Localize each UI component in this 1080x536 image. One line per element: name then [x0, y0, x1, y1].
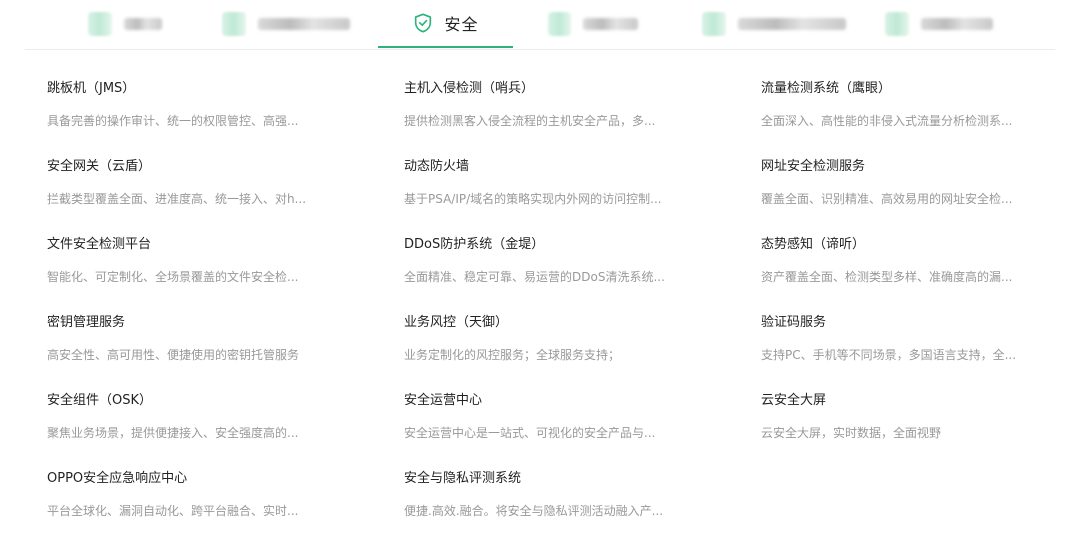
tab-security[interactable]: 安全 — [378, 0, 513, 48]
product-title: 安全运营中心 — [404, 393, 483, 408]
product-title: 主机入侵检测（哨兵） — [404, 81, 535, 96]
product-title: OPPO安全应急响应中心 — [47, 471, 188, 486]
product-item-security-gateway[interactable]: 安全网关（云盾） 拦截类型覆盖全面、进准度高、统一接入、对h... — [47, 158, 347, 207]
product-item-key-management[interactable]: 密钥管理服务 高安全性、高可用性、便捷使用的密钥托管服务 — [47, 314, 347, 363]
product-title: 态势感知（谛听） — [761, 237, 866, 252]
product-item-risk-control[interactable]: 业务风控（天御） 业务定制化的风控服务；全球服务支持； — [404, 314, 704, 363]
product-item-url-security[interactable]: 网址安全检测服务 覆盖全面、识别精准、高效易用的网址安全检... — [761, 158, 1061, 207]
product-title: 安全与隐私评测系统 — [404, 471, 522, 486]
product-title: 业务风控（天御） — [404, 315, 509, 330]
product-description: 基于PSA/IP/域名的策略实现内外网的访问控制... — [404, 192, 662, 206]
blurred-category-icon — [702, 12, 726, 36]
tab-security-label: 安全 — [444, 15, 479, 34]
tab-blurred-4[interactable] — [702, 0, 847, 48]
product-item-security-dashboard[interactable]: 云安全大屏 云安全大屏，实时数据，全面视野 — [761, 392, 1061, 441]
product-title: 云安全大屏 — [761, 393, 827, 408]
tab-blurred-1[interactable] — [88, 0, 168, 48]
product-item-file-security[interactable]: 文件安全检测平台 智能化、可定制化、全场景覆盖的文件安全检... — [47, 236, 347, 285]
product-title: 流量检测系统（鹰眼） — [761, 81, 892, 96]
tab-blurred-3[interactable] — [548, 0, 638, 48]
blurred-tab-label — [583, 18, 638, 30]
product-title: 验证码服务 — [761, 315, 827, 330]
blurred-tab-label — [738, 18, 846, 30]
product-item-osk[interactable]: 安全组件（OSK） 聚焦业务场景，提供便捷接入、安全强度高的... — [47, 392, 347, 441]
product-item-ddos-protection[interactable]: DDoS防护系统（金堤） 全面精准、稳定可靠、易运营的DDoS清洗系统... — [404, 236, 704, 285]
product-description: 提供检测黑客入侵全流程的主机安全产品，多... — [404, 114, 656, 128]
product-description: 业务定制化的风控服务；全球服务支持； — [404, 348, 621, 362]
tab-divider — [25, 49, 1055, 50]
product-description: 平台全球化、漏洞自动化、跨平台融合、实时... — [47, 504, 299, 518]
product-item-src[interactable]: OPPO安全应急响应中心 平台全球化、漏洞自动化、跨平台融合、实时... — [47, 470, 347, 519]
product-title: 动态防火墙 — [404, 159, 470, 174]
tab-blurred-5[interactable] — [885, 0, 995, 48]
product-title: DDoS防护系统（金堤） — [404, 237, 545, 252]
blurred-category-icon — [222, 12, 246, 36]
product-item-soc[interactable]: 安全运营中心 安全运营中心是一站式、可视化的安全产品与... — [404, 392, 704, 441]
category-tab-bar: 安全 — [0, 0, 1080, 50]
blurred-category-icon — [885, 12, 909, 36]
product-item-privacy-assessment[interactable]: 安全与隐私评测系统 便捷.高效.融合。将安全与隐私评测活动融入产... — [404, 470, 704, 519]
product-title: 密钥管理服务 — [47, 315, 126, 330]
product-title: 安全组件（OSK） — [47, 393, 153, 408]
blurred-category-icon — [548, 12, 572, 36]
product-item-host-ids[interactable]: 主机入侵检测（哨兵） 提供检测黑客入侵全流程的主机安全产品，多... — [404, 80, 704, 129]
product-description: 支持PC、手机等不同场景，多国语言支持，全... — [761, 348, 1017, 362]
product-description: 资产覆盖全面、检测类型多样、准确度高的漏... — [761, 270, 1013, 284]
product-item-dynamic-firewall[interactable]: 动态防火墙 基于PSA/IP/域名的策略实现内外网的访问控制... — [404, 158, 704, 207]
shield-check-icon — [415, 13, 432, 33]
product-title: 安全网关（云盾） — [47, 159, 152, 174]
product-title: 文件安全检测平台 — [47, 237, 152, 252]
product-description: 智能化、可定制化、全场景覆盖的文件安全检... — [47, 270, 299, 284]
product-description: 安全运营中心是一站式、可视化的安全产品与... — [404, 426, 656, 440]
blurred-category-icon — [88, 12, 112, 36]
blurred-tab-label — [921, 18, 993, 30]
product-title: 网址安全检测服务 — [761, 159, 866, 174]
tab-blurred-2[interactable] — [222, 0, 352, 48]
product-item-jms[interactable]: 跳板机（JMS） 具备完善的操作审计、统一的权限管控、高强... — [47, 80, 347, 129]
product-item-situation-awareness[interactable]: 态势感知（谛听） 资产覆盖全面、检测类型多样、准确度高的漏... — [761, 236, 1061, 285]
blurred-tab-label — [124, 18, 162, 30]
product-description: 具备完善的操作审计、统一的权限管控、高强... — [47, 114, 299, 128]
product-description: 便捷.高效.融合。将安全与隐私评测活动融入产... — [404, 504, 664, 518]
product-item-captcha[interactable]: 验证码服务 支持PC、手机等不同场景，多国语言支持，全... — [761, 314, 1061, 363]
product-item-traffic-detection[interactable]: 流量检测系统（鹰眼） 全面深入、高性能的非侵入式流量分析检测系... — [761, 80, 1061, 129]
product-title: 跳板机（JMS） — [47, 81, 136, 96]
product-description: 云安全大屏，实时数据，全面视野 — [761, 426, 942, 440]
product-description: 覆盖全面、识别精准、高效易用的网址安全检... — [761, 192, 1013, 206]
blurred-tab-label — [258, 18, 350, 30]
product-description: 全面深入、高性能的非侵入式流量分析检测系... — [761, 114, 1013, 128]
product-description: 高安全性、高可用性、便捷使用的密钥托管服务 — [47, 348, 300, 362]
product-description: 全面精准、稳定可靠、易运营的DDoS清洗系统... — [404, 270, 665, 284]
product-description: 聚焦业务场景，提供便捷接入、安全强度高的... — [47, 426, 299, 440]
product-description: 拦截类型覆盖全面、进准度高、统一接入、对h... — [47, 192, 307, 206]
